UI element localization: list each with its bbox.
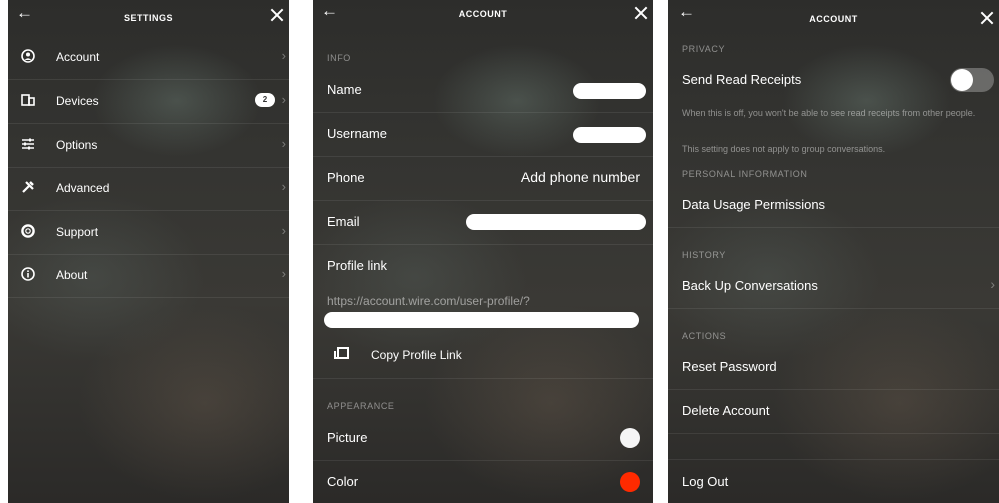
settings-item-support[interactable]: Support › — [8, 211, 289, 255]
page-title: ACCOUNT — [809, 14, 858, 24]
redacted-username — [573, 127, 646, 143]
copy-icon — [334, 347, 349, 359]
settings-item-label: Options — [56, 138, 98, 152]
redacted-name — [573, 83, 646, 99]
chevron-right-icon: › — [281, 223, 286, 238]
redacted-profile-id — [324, 312, 639, 328]
support-icon — [21, 224, 35, 238]
username-row[interactable]: Username — [313, 112, 653, 157]
chevron-right-icon: › — [281, 48, 286, 63]
reset-password-label: Reset Password — [682, 359, 777, 374]
profile-picture-thumbnail[interactable] — [620, 428, 640, 448]
email-row[interactable]: Email — [313, 200, 653, 245]
username-label: Username — [327, 126, 387, 141]
phone-row[interactable]: Phone Add phone number — [313, 156, 653, 201]
section-header-history: HISTORY — [682, 250, 726, 260]
chevron-right-icon: › — [281, 136, 286, 151]
name-row[interactable]: Name — [313, 68, 653, 113]
about-icon — [21, 267, 35, 281]
read-receipts-toggle[interactable] — [950, 68, 994, 92]
settings-item-label: Devices — [56, 94, 99, 108]
picture-row[interactable]: Picture — [313, 416, 653, 461]
account-header: ← ACCOUNT — [313, 0, 653, 36]
accent-color-swatch[interactable] — [620, 472, 640, 492]
email-label: Email — [327, 214, 360, 229]
backup-label: Back Up Conversations — [682, 278, 818, 293]
chevron-right-icon: › — [281, 179, 286, 194]
settings-panel: ← SETTINGS Account › Devices 2 › Options… — [8, 0, 289, 503]
group-conversations-note: This setting does not apply to group con… — [682, 144, 886, 154]
device-count-badge: 2 — [255, 93, 275, 107]
page-title: ACCOUNT — [458, 9, 508, 19]
settings-item-about[interactable]: About › — [8, 254, 289, 298]
section-header-actions: ACTIONS — [682, 331, 727, 341]
delete-account-label: Delete Account — [682, 403, 770, 418]
account-icon — [21, 49, 35, 63]
account-header: ← ACCOUNT — [668, 0, 999, 36]
section-header-info: INFO — [327, 53, 351, 63]
close-icon[interactable] — [633, 5, 649, 21]
chevron-right-icon: › — [281, 92, 286, 107]
section-header-appearance: APPEARANCE — [327, 401, 395, 411]
phone-label: Phone — [327, 170, 365, 185]
profile-link-row: Profile link — [313, 244, 653, 288]
read-receipts-label: Send Read Receipts — [682, 72, 802, 87]
data-usage-label: Data Usage Permissions — [682, 197, 826, 212]
log-out-row[interactable]: Log Out — [668, 459, 999, 503]
account-privacy-panel: ← ACCOUNT PRIVACY Send Read Receipts Whe… — [668, 0, 999, 503]
settings-item-label: Advanced — [56, 181, 110, 195]
close-icon[interactable] — [269, 7, 285, 23]
copy-profile-link-button[interactable]: Copy Profile Link — [313, 334, 653, 379]
settings-item-devices[interactable]: Devices 2 › — [8, 80, 289, 124]
reset-password-row[interactable]: Reset Password — [668, 345, 999, 390]
delete-account-row[interactable]: Delete Account — [668, 389, 999, 434]
copy-profile-link-label: Copy Profile Link — [371, 348, 462, 362]
settings-item-options[interactable]: Options › — [8, 124, 289, 168]
close-icon[interactable] — [979, 10, 995, 26]
toggle-knob — [951, 69, 973, 91]
settings-item-account[interactable]: Account › — [8, 36, 289, 80]
account-panel: ← ACCOUNT INFO Name Username Phone Add p… — [313, 0, 653, 503]
settings-item-label: Support — [56, 225, 99, 239]
color-row[interactable]: Color — [313, 460, 653, 503]
picture-label: Picture — [327, 430, 368, 445]
page-title: SETTINGS — [123, 13, 173, 23]
profile-link-label: Profile link — [327, 258, 387, 273]
chevron-right-icon: › — [990, 276, 995, 292]
devices-icon — [21, 93, 35, 107]
add-phone-link[interactable]: Add phone number — [521, 169, 640, 185]
settings-header: ← SETTINGS — [8, 0, 289, 36]
settings-item-label: About — [56, 268, 88, 282]
advanced-icon — [21, 180, 35, 194]
chevron-right-icon: › — [281, 266, 286, 281]
read-receipts-note: When this is off, you won't be able to s… — [682, 108, 976, 118]
settings-item-label: Account — [56, 50, 100, 64]
redacted-email — [466, 214, 646, 230]
section-header-privacy: PRIVACY — [682, 44, 726, 54]
data-usage-permissions-row[interactable]: Data Usage Permissions — [668, 183, 999, 228]
back-up-conversations-row[interactable]: Back Up Conversations › — [668, 264, 999, 309]
log-out-label: Log Out — [682, 474, 729, 489]
name-label: Name — [327, 82, 362, 97]
color-label: Color — [327, 474, 359, 489]
read-receipts-row: Send Read Receipts — [668, 58, 999, 102]
options-icon — [21, 137, 35, 151]
section-header-personal-information: PERSONAL INFORMATION — [682, 169, 808, 179]
profile-link-url: https://account.wire.com/user-profile/? — [327, 294, 530, 308]
settings-item-advanced[interactable]: Advanced › — [8, 167, 289, 211]
